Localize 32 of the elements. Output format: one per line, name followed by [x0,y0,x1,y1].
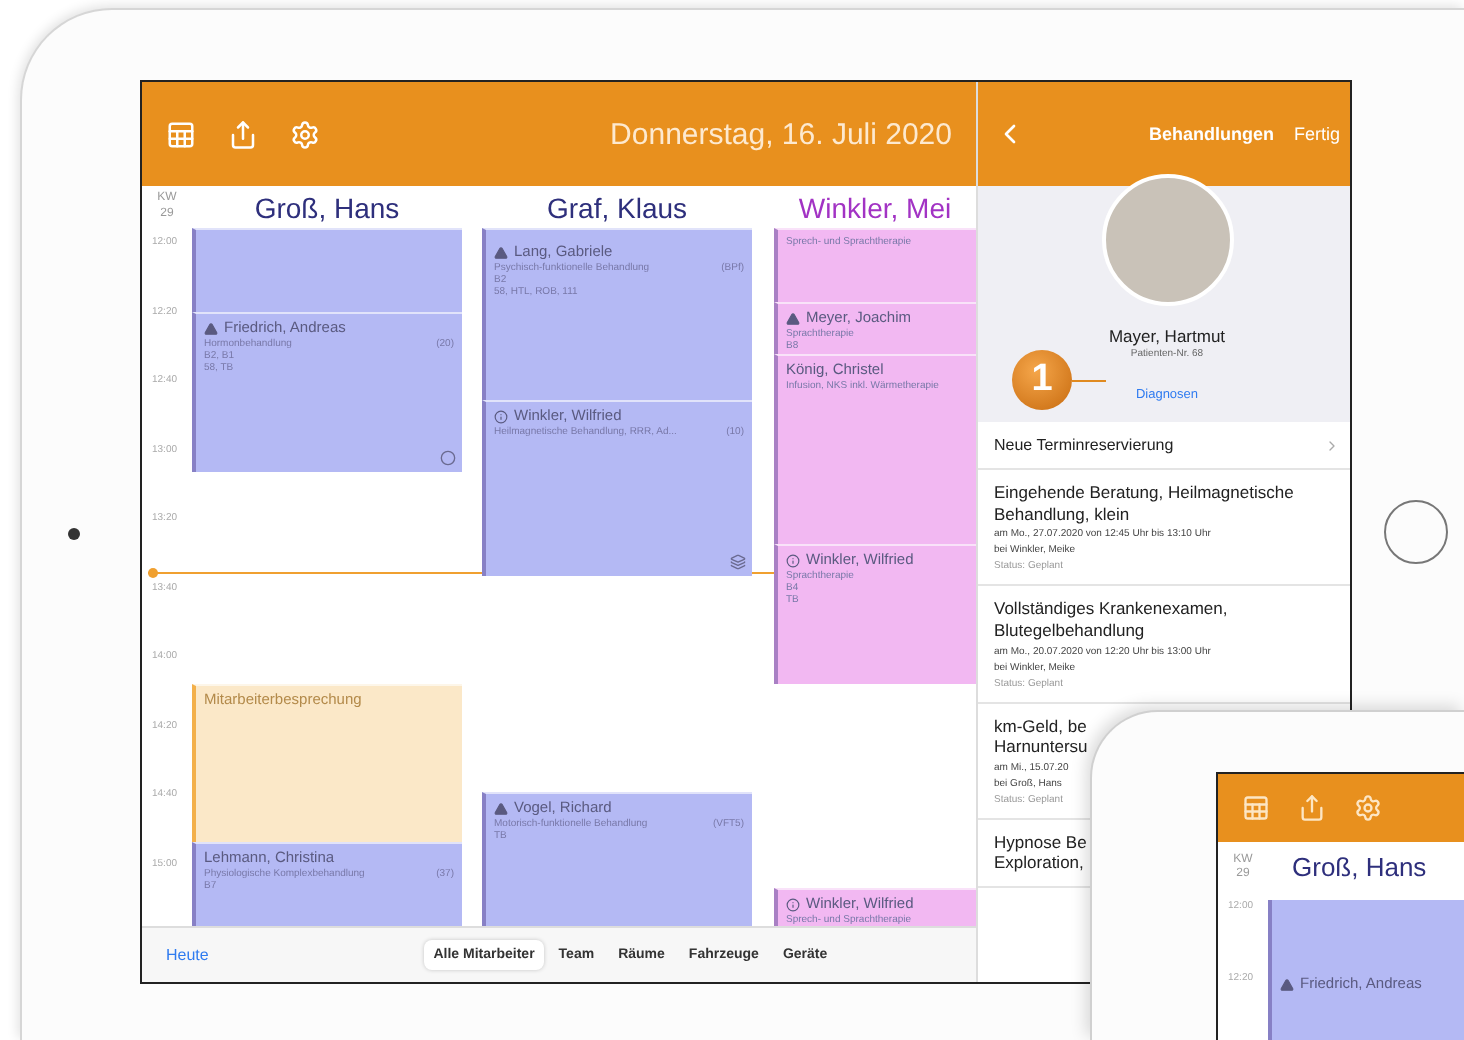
patient-name: Mayer, Hartmut [1108,326,1226,346]
staff-name[interactable]: Graf, Klaus [482,191,752,223]
done-button[interactable]: Fertig [1293,124,1340,144]
date-title: Donnerstag, 16. Juli 2020 [610,117,952,151]
stack-icon [730,554,746,570]
staff-name[interactable]: Groß, Hans [192,191,462,223]
staff-name[interactable]: Winkler, Mei [774,191,976,223]
info-icon [786,553,800,568]
warning-icon [494,801,508,816]
camera-dot [68,528,80,540]
treatment-title[interactable]: Eingehende Beratung, Heilmagnetische Behandlung, klein [994,482,1294,525]
warning-icon [494,245,508,260]
callout-badge: 1 [1012,350,1072,410]
warning-icon [786,311,800,326]
treatment-title[interactable]: km-Geld, be Harnuntersu [994,715,1088,758]
staff-name[interactable]: Groß, Hans [1292,852,1427,883]
chevron-icon [1324,437,1340,453]
treatment-title[interactable]: Hypnose Be Exploration, [994,831,1087,874]
appointment-block[interactable] [192,228,462,312]
share-icon[interactable] [228,119,258,149]
settings-icon[interactable] [1354,794,1382,823]
circle-icon [440,450,456,466]
info-icon [494,409,508,424]
warning-icon [1280,977,1294,992]
treatment-title[interactable]: Vollständiges Krankenexamen, Blutegelbehandlung [994,598,1228,641]
panel-title: Behandlungen [1148,124,1274,144]
warning-icon [204,321,218,336]
info-icon [786,897,800,912]
leader-line [1072,380,1106,382]
calendar-grid-icon[interactable] [1242,794,1270,823]
today-link[interactable]: Heute [166,946,209,964]
share-icon[interactable] [1298,794,1326,823]
